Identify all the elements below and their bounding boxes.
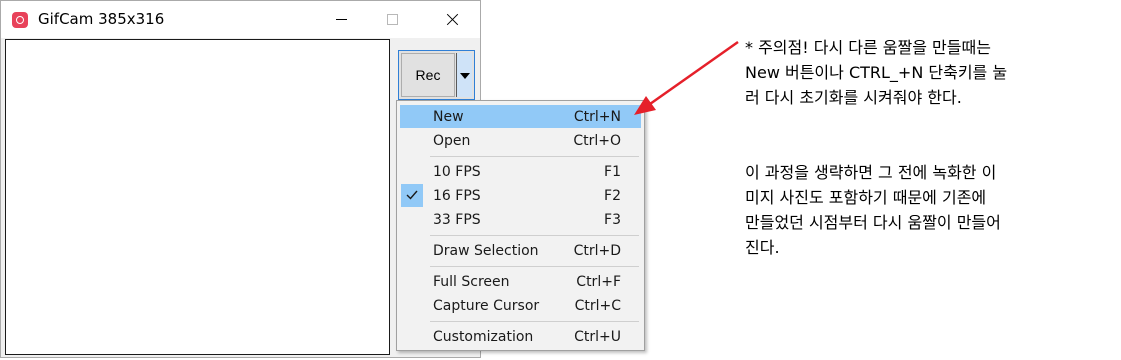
annotation-paragraph: * 주의점! 다시 다른 움짤을 만들때는 New 버튼이나 CTRL_+N 단… bbox=[745, 38, 1008, 107]
annotation-paragraph: 이 과정을 생략하면 그 전에 녹화한 이 미지 사진도 포함하기 때문에 기존… bbox=[745, 163, 1001, 257]
annotation-note: * 주의점! 다시 다른 움짤을 만들때는 New 버튼이나 CTRL_+N 단… bbox=[745, 10, 1115, 285]
